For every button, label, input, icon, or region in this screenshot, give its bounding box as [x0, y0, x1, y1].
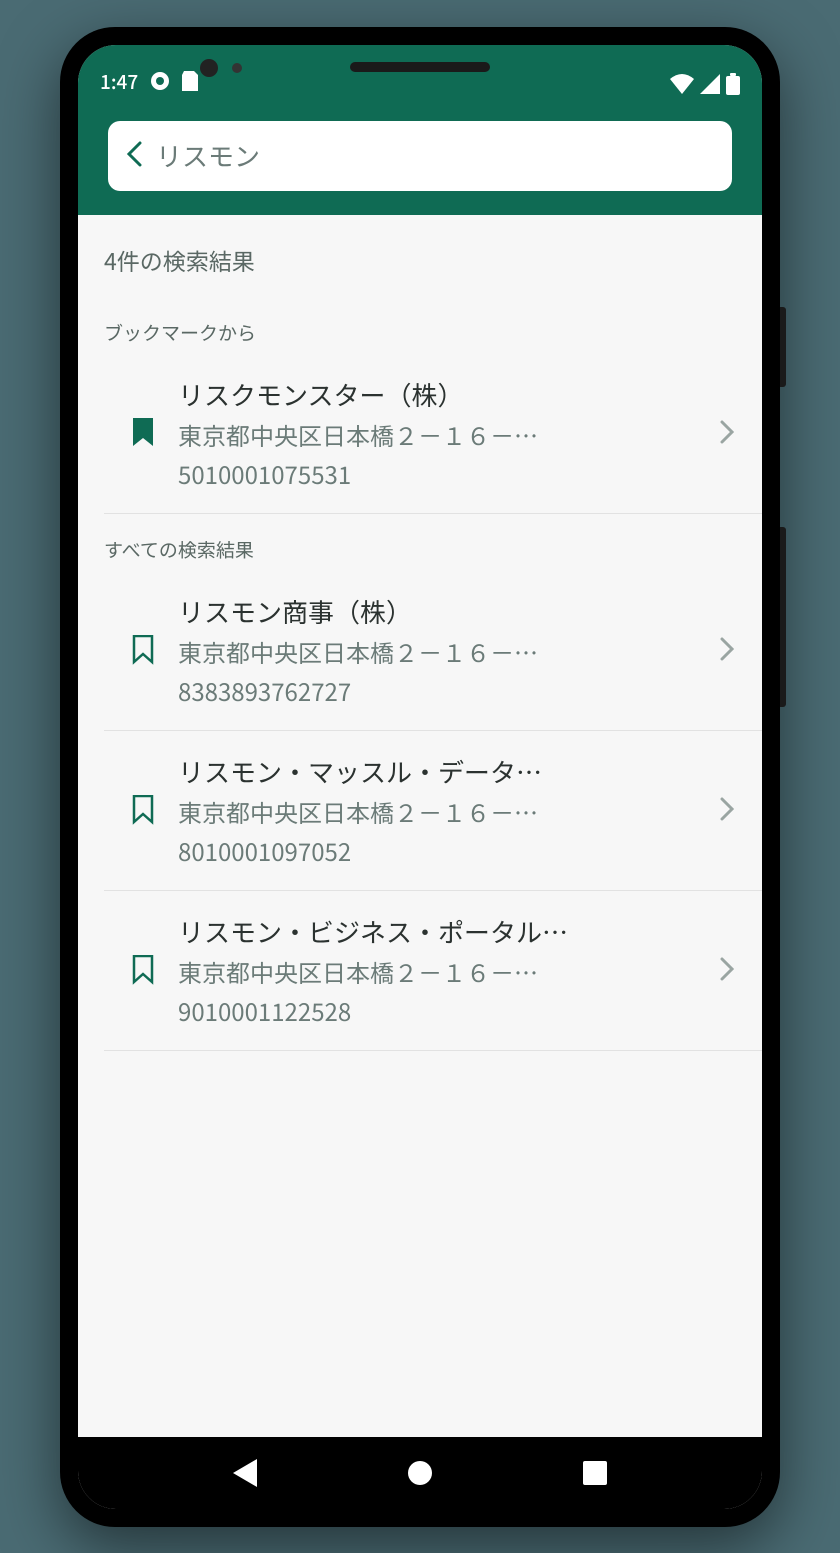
result-title: リスクモンスター（株）	[178, 376, 700, 413]
phone-camera	[200, 59, 218, 77]
bookmark-section-label: ブックマークから	[78, 297, 762, 354]
chevron-right-icon	[720, 413, 742, 453]
result-title: リスモン・マッスル・データ…	[178, 753, 700, 790]
nav-back-button[interactable]	[220, 1448, 270, 1498]
result-text: リスクモンスター（株） 東京都中央区日本橋２－１６－… 501000107553…	[178, 376, 700, 491]
chevron-right-icon	[720, 630, 742, 670]
result-address: 東京都中央区日本橋２－１６－…	[178, 794, 700, 829]
chevron-right-icon	[720, 790, 742, 830]
result-text: リスモン・マッスル・データ… 東京都中央区日本橋２－１６－… 801000109…	[178, 753, 700, 868]
back-button[interactable]	[126, 136, 142, 176]
result-id: 8010001097052	[178, 833, 700, 868]
result-item[interactable]: リスモン・ビジネス・ポータル… 東京都中央区日本橋２－１６－… 90100011…	[104, 891, 762, 1051]
result-item[interactable]: リスモン商事（株） 東京都中央区日本橋２－１６－… 8383893762727	[104, 571, 762, 731]
result-address: 東京都中央区日本橋２－１６－…	[178, 954, 700, 989]
phone-frame: 1:47	[60, 27, 780, 1527]
result-address: 東京都中央区日本橋２－１６－…	[178, 634, 700, 669]
all-results-section-label: すべての検索結果	[78, 514, 762, 571]
phone-power-button	[780, 307, 786, 387]
search-box[interactable]	[108, 121, 732, 191]
result-id: 9010001122528	[178, 993, 700, 1028]
content-area: 4件の検索結果 ブックマークから リスクモンスター（株） 東京都中央区日本橋２－…	[78, 215, 762, 1437]
result-count-label: 4件の検索結果	[78, 215, 762, 297]
signal-icon	[700, 74, 720, 94]
bookmark-outline-icon[interactable]	[128, 635, 158, 665]
chevron-right-icon	[720, 950, 742, 990]
result-text: リスモン商事（株） 東京都中央区日本橋２－１６－… 8383893762727	[178, 593, 700, 708]
wifi-icon	[670, 74, 694, 94]
bookmark-filled-icon[interactable]	[128, 418, 158, 448]
result-id: 8383893762727	[178, 673, 700, 708]
phone-volume-button	[780, 527, 786, 707]
android-nav-bar	[78, 1437, 762, 1509]
status-time: 1:47	[100, 68, 138, 95]
app-notification-icon	[150, 71, 170, 91]
phone-sensor	[232, 63, 242, 73]
phone-speaker	[350, 62, 490, 72]
result-address: 東京都中央区日本橋２－１６－…	[178, 417, 700, 452]
result-title: リスモン商事（株）	[178, 593, 700, 630]
result-item[interactable]: リスモン・マッスル・データ… 東京都中央区日本橋２－１６－… 801000109…	[104, 731, 762, 891]
nav-home-button[interactable]	[395, 1448, 445, 1498]
sd-card-icon	[182, 71, 198, 91]
screen: 1:47	[78, 45, 762, 1509]
header-bar	[78, 103, 762, 215]
result-text: リスモン・ビジネス・ポータル… 東京都中央区日本橋２－１６－… 90100011…	[178, 913, 700, 1028]
nav-recent-button[interactable]	[570, 1448, 620, 1498]
result-id: 5010001075531	[178, 456, 700, 491]
bookmark-outline-icon[interactable]	[128, 795, 158, 825]
status-right	[670, 73, 740, 95]
status-left: 1:47	[100, 68, 198, 95]
bookmark-outline-icon[interactable]	[128, 955, 158, 985]
status-bar: 1:47	[78, 45, 762, 103]
battery-icon	[726, 73, 740, 95]
result-item-bookmarked[interactable]: リスクモンスター（株） 東京都中央区日本橋２－１６－… 501000107553…	[104, 354, 762, 514]
search-input[interactable]	[156, 137, 714, 174]
result-title: リスモン・ビジネス・ポータル…	[178, 913, 700, 950]
